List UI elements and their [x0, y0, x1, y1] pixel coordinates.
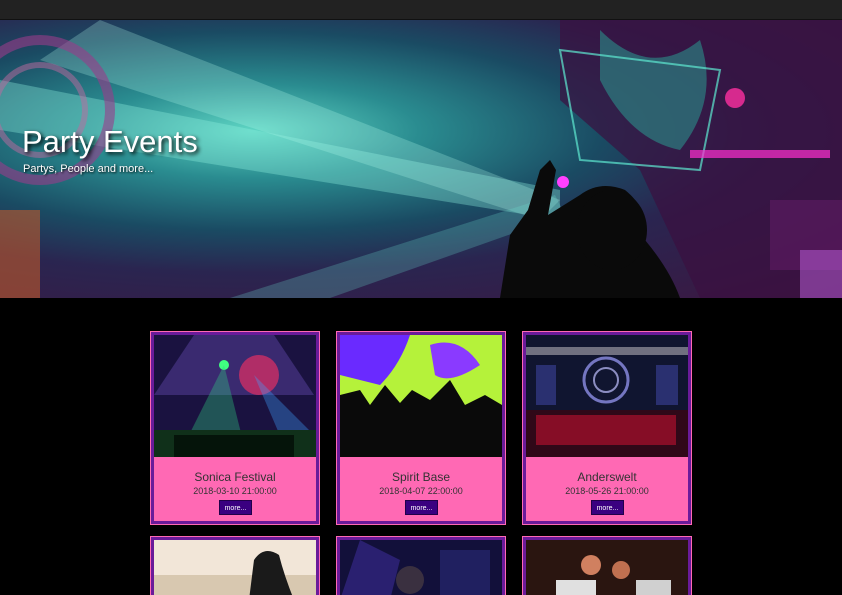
event-name: Sonica Festival: [194, 470, 276, 484]
event-image-anderswelt: [526, 335, 688, 457]
event-card-anderswelt: Anderswelt 2018-05-26 21:00:00 more...: [523, 332, 691, 524]
event-card: [151, 537, 319, 595]
event-card: [523, 537, 691, 595]
event-image: [154, 540, 316, 595]
event-card: [337, 537, 505, 595]
event-image-spirit-base: [340, 335, 502, 457]
hero-banner: Party Events Partys, People and more...: [0, 20, 842, 298]
hero-title: Party Events: [22, 124, 198, 159]
event-date: 2018-04-07 22:00:00: [379, 486, 463, 496]
more-button[interactable]: more...: [405, 500, 438, 515]
top-navbar: [0, 0, 842, 20]
event-card-sonica: Sonica Festival 2018-03-10 21:00:00 more…: [151, 332, 319, 524]
event-name: Anderswelt: [577, 470, 637, 484]
more-button[interactable]: more...: [219, 500, 252, 515]
event-date: 2018-03-10 21:00:00: [193, 486, 277, 496]
event-image-sonica: [154, 335, 316, 457]
hero-subtitle: Partys, People and more...: [23, 163, 154, 175]
event-image: [340, 540, 502, 595]
event-card-spirit-base: Spirit Base 2018-04-07 22:00:00 more...: [337, 332, 505, 524]
event-date: 2018-05-26 21:00:00: [565, 486, 649, 496]
more-button[interactable]: more...: [591, 500, 624, 515]
event-image: [526, 540, 688, 595]
event-name: Spirit Base: [391, 470, 451, 484]
